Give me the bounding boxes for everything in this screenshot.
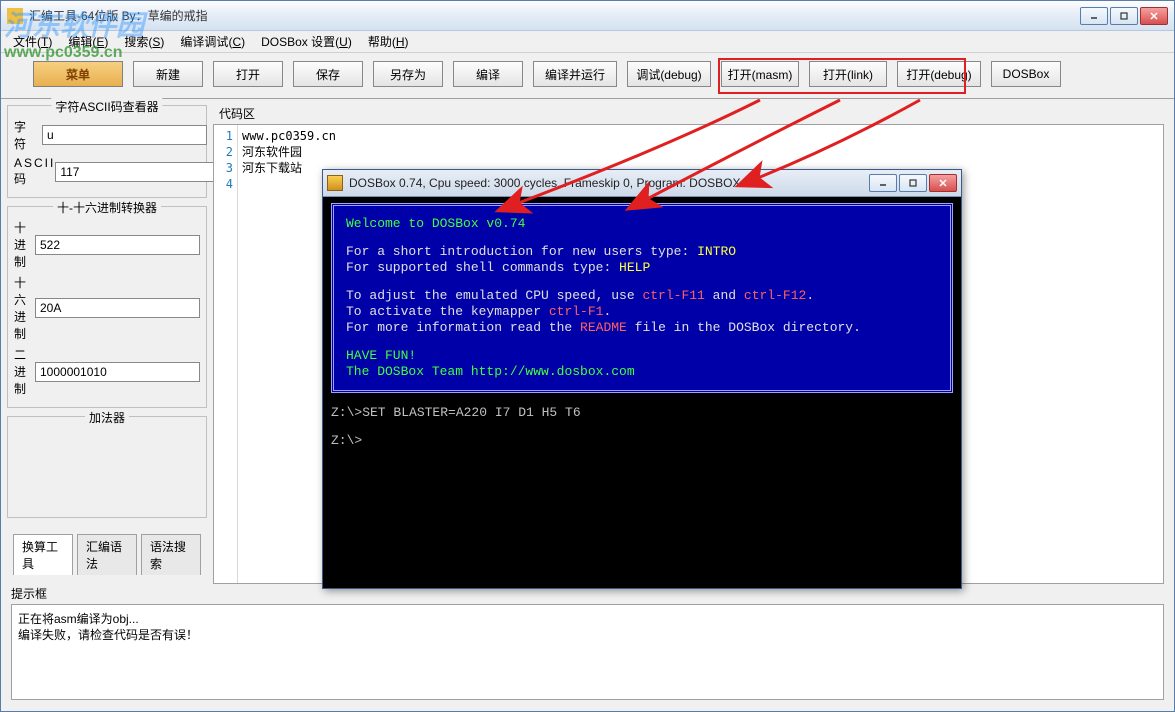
hint-line: 正在将asm编译为obj...	[18, 611, 1157, 627]
btn-open-debug[interactable]: 打开(debug)	[897, 61, 981, 87]
dosbox-fun: HAVE FUN!	[346, 348, 938, 364]
btn-debug[interactable]: 调试(debug)	[627, 61, 711, 87]
window-title: 汇编工具-64位版 By：草编的戒指	[29, 7, 1080, 24]
dosbox-maximize-button[interactable]	[899, 174, 927, 192]
radix-legend: 十-十六进制转换器	[53, 199, 161, 216]
btn-open[interactable]: 打开	[213, 61, 283, 87]
window-buttons	[1080, 7, 1168, 25]
btn-dosbox[interactable]: DOSBox	[991, 61, 1061, 87]
ascii-code-label: ASCII码	[14, 156, 55, 187]
btn-save[interactable]: 保存	[293, 61, 363, 87]
menu-search[interactable]: 搜索(S)	[118, 31, 170, 52]
tab-calc[interactable]: 换算工具	[13, 534, 73, 575]
adder-legend: 加法器	[85, 409, 129, 426]
bin-label: 二 进 制	[14, 346, 35, 397]
left-tabs: 换算工具 汇编语法 语法搜索	[7, 534, 207, 575]
dosbox-content[interactable]: Welcome to DOSBox v0.74 For a short intr…	[323, 197, 961, 588]
tab-syntax[interactable]: 汇编语法	[77, 534, 137, 575]
menu-compile[interactable]: 编译调试(C)	[174, 31, 251, 52]
hint-area: 提示框 正在将asm编译为obj... 编译失败，请检查代码是否有误！	[11, 585, 1164, 700]
dosbox-window: DOSBox 0.74, Cpu speed: 3000 cycles, Fra…	[322, 169, 962, 589]
titlebar: 汇编工具-64位版 By：草编的戒指	[1, 1, 1174, 31]
hint-line: 编译失败，请检查代码是否有误！	[18, 627, 1157, 643]
btn-open-link[interactable]: 打开(link)	[809, 61, 887, 87]
code-title: 代码区	[213, 105, 1164, 122]
menu-file[interactable]: 文件(T)	[7, 31, 58, 52]
dosbox-icon	[327, 175, 343, 191]
hint-box[interactable]: 正在将asm编译为obj... 编译失败，请检查代码是否有误！	[11, 604, 1164, 700]
toolbar-menu-badge[interactable]: 菜单	[33, 61, 123, 87]
menu-dosbox-settings[interactable]: DOSBox 设置(U)	[255, 31, 358, 52]
btn-new[interactable]: 新建	[133, 61, 203, 87]
dosbox-welcome-frame: Welcome to DOSBox v0.74 For a short intr…	[331, 203, 953, 393]
dosbox-prompt: Z:\>SET BLASTER=A220 I7 D1 H5 T6	[331, 405, 953, 421]
dosbox-prompt: Z:\>	[331, 433, 953, 449]
btn-open-masm[interactable]: 打开(masm)	[721, 61, 799, 87]
ascii-group: 字符ASCII码查看器 字 符 ASCII码	[7, 105, 207, 198]
menubar: 文件(T) 编辑(E) 搜索(S) 编译调试(C) DOSBox 设置(U) 帮…	[1, 31, 1174, 53]
code-line: www.pc0359.cn	[242, 128, 1159, 144]
adder-group: 加法器	[7, 416, 207, 518]
ascii-legend: 字符ASCII码查看器	[51, 98, 162, 115]
ascii-code-input[interactable]	[55, 162, 220, 182]
dosbox-minimize-button[interactable]	[869, 174, 897, 192]
menu-help[interactable]: 帮助(H)	[362, 31, 415, 52]
close-button[interactable]	[1140, 7, 1168, 25]
bin-input[interactable]	[35, 362, 200, 382]
code-line: 河东软件园	[242, 144, 1159, 160]
dosbox-welcome: Welcome to DOSBox v0.74	[346, 216, 938, 232]
app-icon	[7, 8, 23, 24]
btn-saveas[interactable]: 另存为	[373, 61, 443, 87]
hex-label: 十六进制	[14, 274, 35, 342]
maximize-button[interactable]	[1110, 7, 1138, 25]
menu-edit[interactable]: 编辑(E)	[62, 31, 114, 52]
char-label: 字 符	[14, 118, 42, 152]
dosbox-title: DOSBox 0.74, Cpu speed: 3000 cycles, Fra…	[349, 176, 869, 190]
dec-label: 十 进 制	[14, 219, 35, 270]
toolbar: 菜单 新建 打开 保存 另存为 编译 编译并运行 调试(debug) 打开(ma…	[1, 53, 1174, 99]
dosbox-titlebar[interactable]: DOSBox 0.74, Cpu speed: 3000 cycles, Fra…	[323, 170, 961, 197]
dosbox-close-button[interactable]	[929, 174, 957, 192]
left-panel: 字符ASCII码查看器 字 符 ASCII码 十-十六进制转换器 十 进 制 十…	[1, 99, 213, 581]
btn-compile-run[interactable]: 编译并运行	[533, 61, 617, 87]
btn-compile[interactable]: 编译	[453, 61, 523, 87]
radix-group: 十-十六进制转换器 十 进 制 十六进制 二 进 制	[7, 206, 207, 408]
dec-input[interactable]	[35, 235, 200, 255]
char-input[interactable]	[42, 125, 207, 145]
tab-syntax-search[interactable]: 语法搜索	[141, 534, 201, 575]
hex-input[interactable]	[35, 298, 200, 318]
line-gutter: 1234	[214, 125, 238, 583]
minimize-button[interactable]	[1080, 7, 1108, 25]
